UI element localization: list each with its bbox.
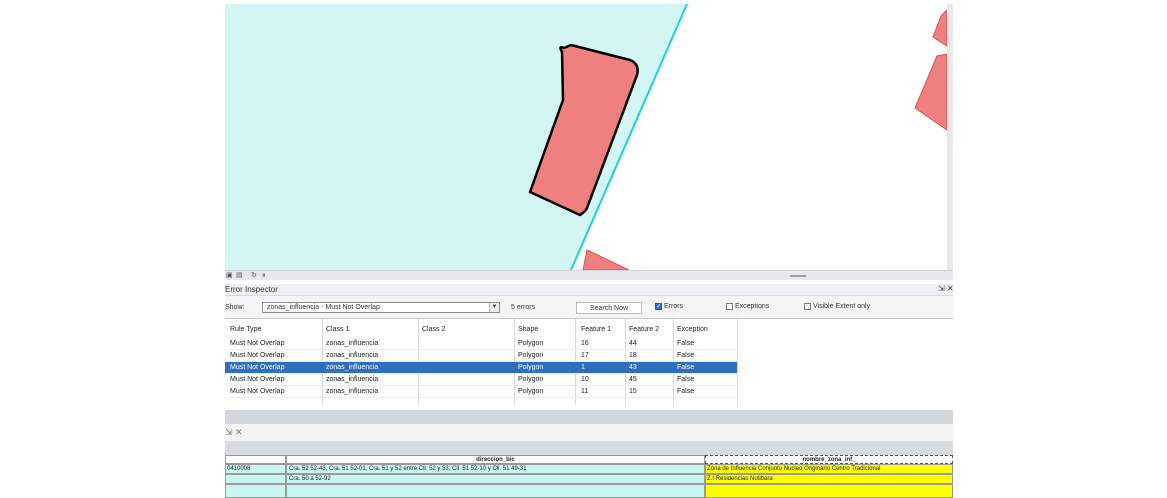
panel-title: Error Inspector [225,285,278,294]
error-count: 5 errors [511,304,536,311]
table-header-id[interactable] [225,455,286,464]
map-statusbar: ▣ ▤ ↻ ⏸ [225,270,953,280]
table-header-direccion-bic[interactable]: direccion_bic [286,455,705,464]
layout-view-icon[interactable]: ▣ [226,272,233,280]
refresh-icon[interactable]: ↻ [251,272,257,280]
cell-rule-type: Must Not Overlap [230,352,285,359]
column-header-rule-type[interactable]: Rule Type [230,326,261,333]
rule-dropdown-value: zonas_influencia - Must Not Overlap [267,304,380,311]
cell-rule-type: Must Not Overlap [230,364,285,371]
column-header-exception[interactable]: Exception [677,326,708,333]
error-row-selected[interactable]: Must Not Overlap zonas_influencia Polygo… [225,362,737,374]
cell-feature-1: 11 [581,388,589,395]
cell-direccion[interactable]: Cra. 50 a 52-92 [286,474,705,484]
cell-id[interactable]: 0410008 [225,464,286,474]
cell-feature-2: 15 [629,388,637,395]
map-view[interactable] [225,4,947,270]
exceptions-checkbox-label: Exceptions [735,303,770,310]
data-view-icon[interactable]: ▤ [236,272,243,280]
cell-class-1: zonas_influencia [326,376,379,383]
cell-direccion[interactable]: Cra. 52 52-43, Cra. 51 52-01, Cra. 51 y … [286,464,705,474]
cell-exception: False [677,364,695,371]
cell-nombre-zona[interactable]: Zona de Influencia Conjunto Nucleo Origi… [705,464,953,474]
attribute-table[interactable]: direccion_bic nombre_zona_inf_ 0410008 C… [225,455,953,498]
search-now-button[interactable]: Search Now [576,302,642,314]
cell-direccion[interactable] [286,484,705,498]
cell-feature-1: 16 [581,340,589,347]
cell-nombre-zona[interactable]: Z.I Residencias Nutibara [705,474,953,484]
map-canvas[interactable] [225,4,947,270]
cell-exception: False [677,388,695,395]
column-header-shape[interactable]: Shape [518,326,538,333]
show-label: Show: [225,304,245,311]
cell-shape: Polygon [518,364,544,371]
cell-feature-1: 10 [581,376,589,383]
cell-feature-2: 18 [629,352,637,359]
cell-id[interactable] [225,474,286,484]
table-window-toolbar: ⇲ ✕ [225,424,953,442]
pin-icon[interactable]: ⇲ [938,284,945,293]
error-row[interactable]: Must Not Overlap zonas_influencia Polygo… [225,338,737,350]
map-scroll-edge [947,4,953,270]
error-row[interactable]: Must Not Overlap zonas_influencia Polygo… [225,374,737,386]
chevron-down-icon[interactable]: ▼ [489,303,499,312]
rule-dropdown[interactable]: zonas_influencia - Must Not Overlap ▼ [262,302,500,313]
cell-class-1: zonas_influencia [326,352,379,359]
column-header-class-1[interactable]: Class 1 [326,326,349,333]
cell-shape: Polygon [518,352,544,359]
column-header-feature-1[interactable]: Feature 1 [581,326,611,333]
cell-exception: False [677,340,695,347]
cell-feature-2: 45 [629,376,637,383]
cell-nombre-zona[interactable] [705,484,953,498]
cell-class-1: zonas_influencia [326,364,379,371]
cell-class-1: zonas_influencia [326,340,379,347]
cell-feature-1: 17 [581,352,589,359]
visible-extent-checkbox[interactable] [804,303,811,310]
cell-rule-type: Must Not Overlap [230,376,285,383]
close-icon[interactable]: ✕ [947,284,953,293]
cell-id[interactable] [225,484,286,498]
cell-feature-1: 1 [581,364,585,371]
cell-rule-type: Must Not Overlap [230,388,285,395]
splitter-handle[interactable] [790,275,806,277]
panel-splitter[interactable] [225,410,953,424]
grid-divider [737,319,738,405]
error-row[interactable]: Must Not Overlap zonas_influencia Polygo… [225,386,737,398]
exceptions-checkbox[interactable] [726,303,733,310]
table-header-nombre-zona[interactable]: nombre_zona_inf_ [705,455,953,464]
errors-checkbox[interactable] [655,302,662,310]
column-header-class-2[interactable]: Class 2 [422,326,445,333]
cell-rule-type: Must Not Overlap [230,340,285,347]
cell-shape: Polygon [518,388,544,395]
errors-checkbox-label: Errors [664,303,684,310]
pin-icon[interactable]: ⇲ [225,427,233,438]
error-inspector-titlebar: Error Inspector ⇲ ✕ [225,284,953,296]
cell-exception: False [677,376,695,383]
errors-grid[interactable]: Rule Type Class 1 Class 2 Shape Feature … [225,318,953,409]
close-icon[interactable]: ✕ [235,427,243,438]
cell-class-1: zonas_influencia [326,388,379,395]
column-header-feature-2[interactable]: Feature 2 [629,326,659,333]
error-row[interactable]: Must Not Overlap zonas_influencia Polygo… [225,350,737,362]
cell-exception: False [677,352,695,359]
cell-shape: Polygon [518,340,544,347]
visible-extent-checkbox-label: Visible Extent only [813,303,871,310]
table-toolbar [225,442,953,455]
pause-icon[interactable]: ⏸ [262,272,266,280]
cell-shape: Polygon [518,376,544,383]
cell-feature-2: 44 [629,340,637,347]
app-frame: ▣ ▤ ↻ ⏸ Error Inspector ⇲ ✕ Show: zonas_… [225,4,953,498]
cell-feature-2: 43 [629,364,637,371]
